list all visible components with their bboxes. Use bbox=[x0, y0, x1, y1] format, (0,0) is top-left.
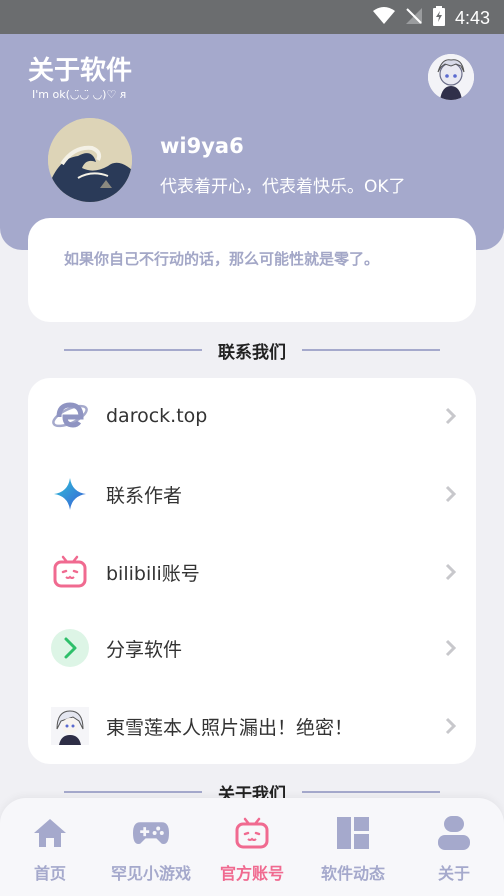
profile-avatar[interactable] bbox=[48, 118, 132, 202]
tab-label: 软件动态 bbox=[320, 864, 385, 883]
tab-software-news[interactable]: 软件动态 bbox=[303, 798, 403, 896]
list-item-label: 分享软件 bbox=[106, 638, 183, 661]
contact-section-title: 联系我们 bbox=[0, 338, 504, 363]
battery-icon bbox=[432, 6, 445, 30]
list-item-secret-photo[interactable]: 東雪莲本人照片漏出！绝密！ bbox=[28, 688, 476, 764]
dashboard-icon bbox=[335, 816, 371, 850]
chevron-right-icon bbox=[445, 563, 457, 581]
contact-list: darock.top 联系作者 bilibili账号 分享软件 東雪莲本人照片漏… bbox=[28, 378, 476, 764]
chevron-right-icon bbox=[445, 485, 457, 503]
user-bio: 代表着开心，代表着快乐。OK了 bbox=[160, 177, 406, 197]
list-item-bilibili[interactable]: bilibili账号 bbox=[28, 534, 476, 610]
status-bar: 4:43 bbox=[0, 0, 504, 34]
bilibili-icon bbox=[50, 552, 90, 592]
home-icon bbox=[32, 816, 68, 850]
status-time: 4:43 bbox=[454, 7, 490, 28]
chevron-right-icon bbox=[445, 639, 457, 657]
bottom-tab-bar: 首页 罕见小游戏 官方账号 软件动态 关于 bbox=[0, 798, 504, 896]
bilibili-tv-icon bbox=[234, 816, 270, 850]
quote-text: 如果你自己不行动的话，那么可能性就是零了。 bbox=[64, 250, 380, 268]
person-icon bbox=[436, 816, 472, 850]
tab-label: 关于 bbox=[437, 864, 470, 883]
anime-avatar-icon bbox=[50, 706, 90, 746]
list-item-label: 東雪莲本人照片漏出！绝密！ bbox=[106, 716, 354, 739]
list-item-label: 联系作者 bbox=[106, 484, 183, 507]
internet-explorer-icon bbox=[50, 396, 90, 436]
chevron-right-icon bbox=[445, 407, 457, 425]
divider-left bbox=[64, 349, 202, 351]
gamepad-icon bbox=[133, 816, 169, 850]
page-subtitle: I'm ok(◡̈◡̈ ◡)♡ ᴙ bbox=[32, 88, 127, 101]
list-item-darock[interactable]: darock.top bbox=[28, 378, 476, 454]
share-arrow-icon bbox=[50, 628, 90, 668]
sparkle-icon bbox=[50, 474, 90, 514]
tab-official-account[interactable]: 官方账号 bbox=[202, 798, 302, 896]
tab-about[interactable]: 关于 bbox=[404, 798, 504, 896]
tab-label: 首页 bbox=[33, 864, 66, 883]
divider-left bbox=[64, 791, 202, 793]
quote-card: 如果你自己不行动的话，那么可能性就是零了。 bbox=[28, 218, 476, 322]
no-signal-icon bbox=[405, 7, 423, 29]
username: wi9ya6 bbox=[160, 134, 244, 158]
top-avatar[interactable] bbox=[428, 54, 474, 100]
list-item-share[interactable]: 分享软件 bbox=[28, 610, 476, 686]
wifi-icon bbox=[372, 7, 395, 29]
tab-label: 官方账号 bbox=[219, 864, 284, 883]
divider-right bbox=[302, 349, 440, 351]
list-item-label: darock.top bbox=[106, 405, 208, 427]
divider-right bbox=[302, 791, 440, 793]
tab-games[interactable]: 罕见小游戏 bbox=[101, 798, 201, 896]
page-title: 关于软件 bbox=[28, 56, 133, 86]
contact-section-label: 联系我们 bbox=[218, 342, 286, 363]
tab-label: 罕见小游戏 bbox=[110, 864, 191, 883]
tab-home[interactable]: 首页 bbox=[0, 798, 100, 896]
chevron-right-icon bbox=[445, 717, 457, 735]
list-item-label: bilibili账号 bbox=[106, 562, 200, 585]
list-item-contact-author[interactable]: 联系作者 bbox=[28, 456, 476, 532]
